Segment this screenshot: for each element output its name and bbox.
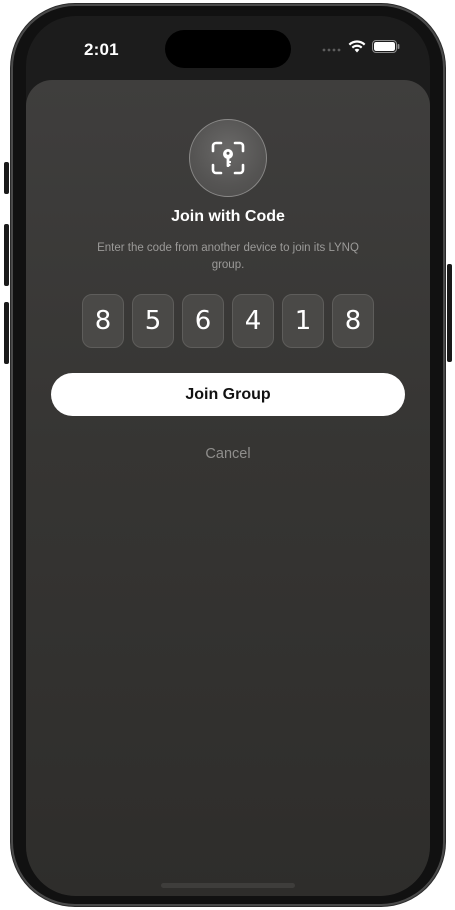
dialog-subtitle: Enter the code from another device to jo… [97, 242, 359, 271]
code-digit-1[interactable]: 8 [82, 294, 124, 348]
dynamic-island [165, 30, 291, 68]
action-button [4, 162, 9, 194]
home-indicator [161, 883, 295, 888]
dialog-title: Join with Code [171, 208, 285, 225]
volume-up-button [4, 224, 9, 286]
key-scan-icon [189, 119, 267, 197]
code-digit-2[interactable]: 5 [132, 294, 174, 348]
code-digit-5[interactable]: 1 [282, 294, 324, 348]
code-input[interactable]: 8 5 6 4 1 8 [82, 294, 374, 348]
wifi-icon [348, 40, 366, 58]
code-digit-3[interactable]: 6 [182, 294, 224, 348]
battery-icon [372, 40, 400, 58]
cancel-button[interactable]: Cancel [26, 446, 430, 462]
power-button [447, 264, 452, 362]
screen: 2:01 Join with Code Enter the code from … [26, 16, 430, 896]
code-digit-4[interactable]: 4 [232, 294, 274, 348]
volume-down-button [4, 302, 9, 364]
status-icons [322, 40, 400, 58]
status-time: 2:01 [84, 40, 119, 59]
join-code-sheet: Join with Code Enter the code from anoth… [26, 80, 430, 896]
code-digit-6[interactable]: 8 [332, 294, 374, 348]
status-bar: 2:01 [26, 16, 430, 80]
signal-icon [322, 40, 342, 58]
join-group-button[interactable]: Join Group [51, 373, 405, 416]
